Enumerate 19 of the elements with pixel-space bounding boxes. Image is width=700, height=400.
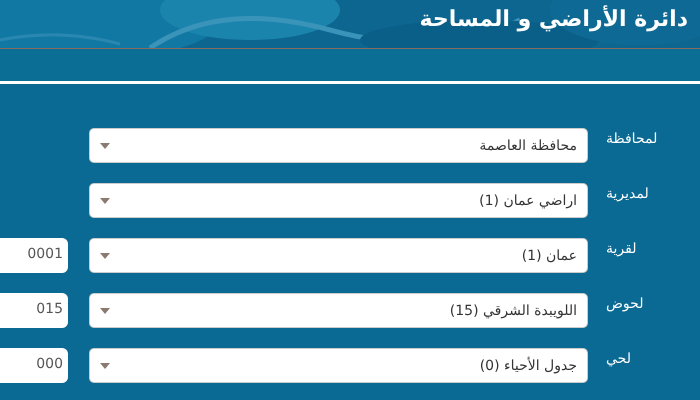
code-field[interactable]: 000 (0, 348, 68, 383)
caret-icon (100, 362, 110, 368)
caret-icon (100, 142, 110, 148)
field-label: لقرية (605, 240, 638, 256)
dropdown[interactable]: اراضي عمان (1) (89, 183, 588, 218)
field-label: لحوض (605, 296, 644, 312)
code-field[interactable]: 0001 (0, 238, 68, 273)
dropdown[interactable]: محافظة العاصمة (89, 128, 588, 163)
site-title: دائرة الأراضي و المساحة (420, 4, 688, 34)
dropdown[interactable]: جدول الأحياء (0) (89, 348, 588, 383)
code-field[interactable]: 015 (0, 293, 68, 328)
field-label: لمديرية (605, 186, 650, 202)
caret-icon (100, 308, 110, 314)
dropdown[interactable]: عمان (1) (89, 238, 588, 273)
field-label: لمحافظة (605, 130, 658, 146)
caret-icon (100, 252, 110, 258)
caret-icon (100, 198, 110, 204)
field-label: لحي (605, 350, 632, 366)
dropdown[interactable]: اللويبدة الشرقي (15) (89, 293, 588, 328)
